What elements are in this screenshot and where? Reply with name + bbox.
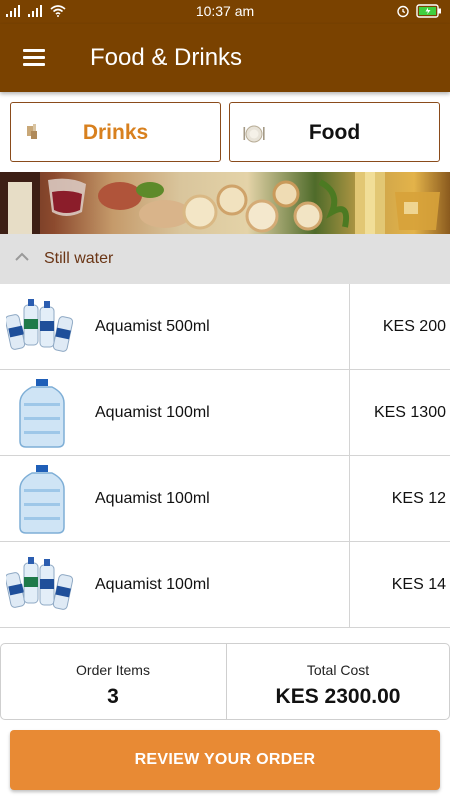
chevron-up-icon (15, 252, 29, 261)
menu-icon-line-middle (23, 56, 45, 59)
tab-food[interactable]: Food (229, 102, 440, 162)
product-image (4, 549, 78, 621)
order-items-count: 3 (107, 685, 119, 708)
product-list: Aquamist 500ml KES 200 Aquamist 100ml KE… (0, 284, 450, 628)
product-name: Aquamist 100ml (95, 490, 210, 507)
page-title: Food & Drinks (90, 44, 243, 71)
column-divider (349, 456, 350, 542)
column-divider (349, 370, 350, 456)
product-price: KES 1300 (373, 404, 446, 421)
battery-icon (416, 4, 441, 18)
total-cost-summary: Total Cost KES 2300.00 (226, 644, 449, 719)
review-order-button-label: REVIEW YOUR ORDER (134, 751, 316, 768)
product-image (6, 463, 78, 535)
product-image (4, 291, 78, 363)
product-name: Aquamist 100ml (95, 404, 210, 421)
list-item[interactable]: Aquamist 100ml KES 1300 (0, 370, 450, 456)
food-drinks-banner (0, 172, 450, 234)
total-cost-label: Total Cost (306, 662, 370, 678)
product-price: KES 12 (391, 490, 446, 507)
product-image (6, 377, 78, 449)
order-items-label: Order Items (76, 662, 150, 678)
order-summary: Order Items 3 Total Cost KES 2300.00 (0, 643, 450, 720)
order-items-summary: Order Items 3 (1, 644, 225, 719)
menu-icon-line-bottom (23, 63, 45, 66)
column-divider (349, 284, 350, 370)
status-bar-right-icons (396, 4, 442, 18)
tab-drinks[interactable]: Drinks (10, 102, 221, 162)
product-name: Aquamist 500ml (95, 318, 210, 335)
category-tabs: Drinks Food (10, 102, 440, 162)
list-item[interactable]: Aquamist 100ml KES 14 (0, 542, 450, 628)
category-label: Still water (44, 250, 114, 267)
alarm-icon (397, 5, 409, 18)
category-header-still-water[interactable]: Still water (0, 234, 450, 284)
tab-drinks-label: Drinks (82, 121, 149, 144)
menu-icon-line-top (23, 49, 45, 52)
status-bar: 10:37 am (0, 0, 450, 24)
tab-food-label: Food (308, 121, 361, 144)
product-name: Aquamist 100ml (95, 576, 210, 593)
water-jug-icon (19, 465, 65, 534)
total-cost-value: KES 2300.00 (275, 685, 401, 708)
column-divider (349, 542, 350, 628)
water-bottles-icon (4, 299, 74, 352)
status-time: 10:37 am (195, 3, 255, 19)
app-bar: Food & Drinks (0, 24, 450, 92)
list-item[interactable]: Aquamist 100ml KES 12 (0, 456, 450, 542)
water-bottles-icon (4, 557, 74, 610)
list-item[interactable]: Aquamist 500ml KES 200 (0, 284, 450, 370)
review-order-button[interactable]: REVIEW YOUR ORDER (10, 730, 440, 790)
product-price: KES 200 (382, 318, 446, 335)
banner-image (0, 172, 440, 234)
product-price: KES 14 (391, 576, 446, 593)
water-jug-icon (19, 379, 65, 448)
menu-button[interactable] (20, 46, 50, 70)
